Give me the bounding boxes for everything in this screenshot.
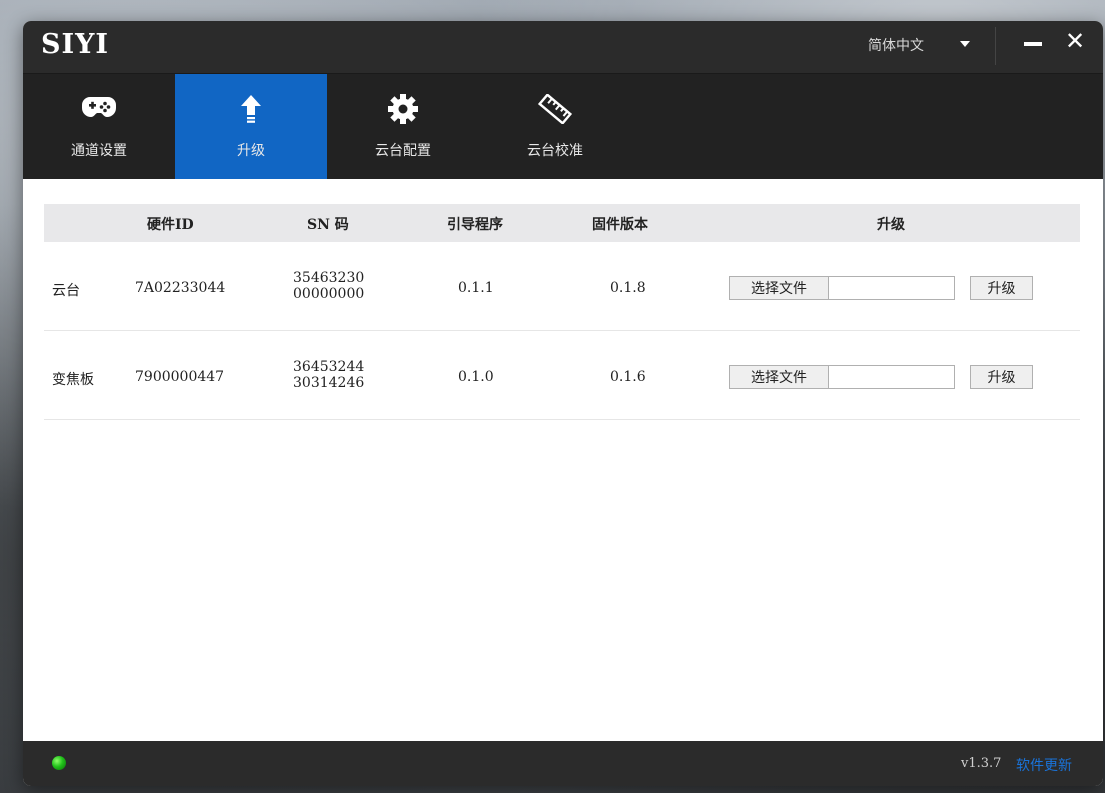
upgrade-button[interactable]: 升级 <box>970 365 1033 389</box>
tab-gimbal-config[interactable]: 云台配置 <box>327 74 479 179</box>
title-bar: SIYI 简体中文 ✕ <box>23 21 1103 73</box>
file-path-input[interactable] <box>829 365 955 389</box>
table-row: 云台 7A02233044 35463230 00000000 0.1.1 0.… <box>44 242 1080 331</box>
close-icon: ✕ <box>1064 27 1086 55</box>
brand-logo: SIYI <box>41 29 110 60</box>
hardware-id: 7A02233044 <box>135 280 226 296</box>
tab-label: 升级 <box>237 143 265 159</box>
hardware-id: 7900000447 <box>135 369 225 385</box>
upload-arrow-icon <box>175 94 327 124</box>
sn-line: 35463230 <box>293 270 365 286</box>
upgrade-panel: 硬件ID SN 码 引导程序 固件版本 升级 云台 7A02233044 354… <box>23 179 1103 741</box>
header-firmware: 固件版本 <box>592 217 648 233</box>
tab-label: 通道设置 <box>71 143 127 159</box>
header-hardware-id: 硬件ID <box>147 217 194 233</box>
device-name: 变焦板 <box>52 372 94 388</box>
sn-code: 35463230 00000000 <box>293 270 365 302</box>
ruler-icon <box>479 94 631 124</box>
title-divider <box>995 27 996 65</box>
table-header: 硬件ID SN 码 引导程序 固件版本 升级 <box>44 204 1080 242</box>
file-path-input[interactable] <box>829 276 955 300</box>
upgrade-button[interactable]: 升级 <box>970 276 1033 300</box>
device-name: 云台 <box>52 283 80 299</box>
minimize-button[interactable] <box>1021 31 1047 57</box>
sn-line: 30314246 <box>293 375 365 391</box>
tab-channel-settings[interactable]: 通道设置 <box>23 74 175 179</box>
sn-line: 00000000 <box>293 286 365 302</box>
firmware-version: 0.1.8 <box>610 280 646 296</box>
tab-upgrade[interactable]: 升级 <box>175 74 327 179</box>
tab-label: 云台校准 <box>527 143 583 159</box>
sn-line: 36453244 <box>293 359 365 375</box>
nav-bar: 通道设置 升级 云台配置 云台校准 <box>23 73 1103 179</box>
sn-code: 36453244 30314246 <box>293 359 365 391</box>
gear-icon <box>327 94 479 124</box>
connection-status-led <box>52 756 66 770</box>
header-bootloader: 引导程序 <box>447 217 503 233</box>
header-upgrade: 升级 <box>877 217 905 233</box>
select-file-button[interactable]: 选择文件 <box>729 276 829 300</box>
header-sn: SN 码 <box>307 217 349 233</box>
close-button[interactable]: ✕ <box>1061 27 1089 55</box>
gamepad-icon <box>23 94 175 124</box>
select-file-button[interactable]: 选择文件 <box>729 365 829 389</box>
firmware-version: 0.1.6 <box>610 369 646 385</box>
tab-label: 云台配置 <box>375 143 431 159</box>
tab-gimbal-calibration[interactable]: 云台校准 <box>479 74 631 179</box>
software-update-link[interactable]: 软件更新 <box>1016 755 1072 775</box>
language-select-value[interactable]: 简体中文 <box>868 35 924 55</box>
app-version: v1.3.7 <box>961 756 1002 771</box>
app-window: SIYI 简体中文 ✕ 通道设置 升级 云台配置 云台校准 硬件ID SN 码 … <box>23 21 1103 786</box>
bootloader-version: 0.1.1 <box>458 280 494 296</box>
table-row: 变焦板 7900000447 36453244 30314246 0.1.0 0… <box>44 331 1080 420</box>
chevron-down-icon[interactable] <box>960 41 970 47</box>
bootloader-version: 0.1.0 <box>458 369 494 385</box>
status-bar: v1.3.7 软件更新 <box>23 741 1103 786</box>
